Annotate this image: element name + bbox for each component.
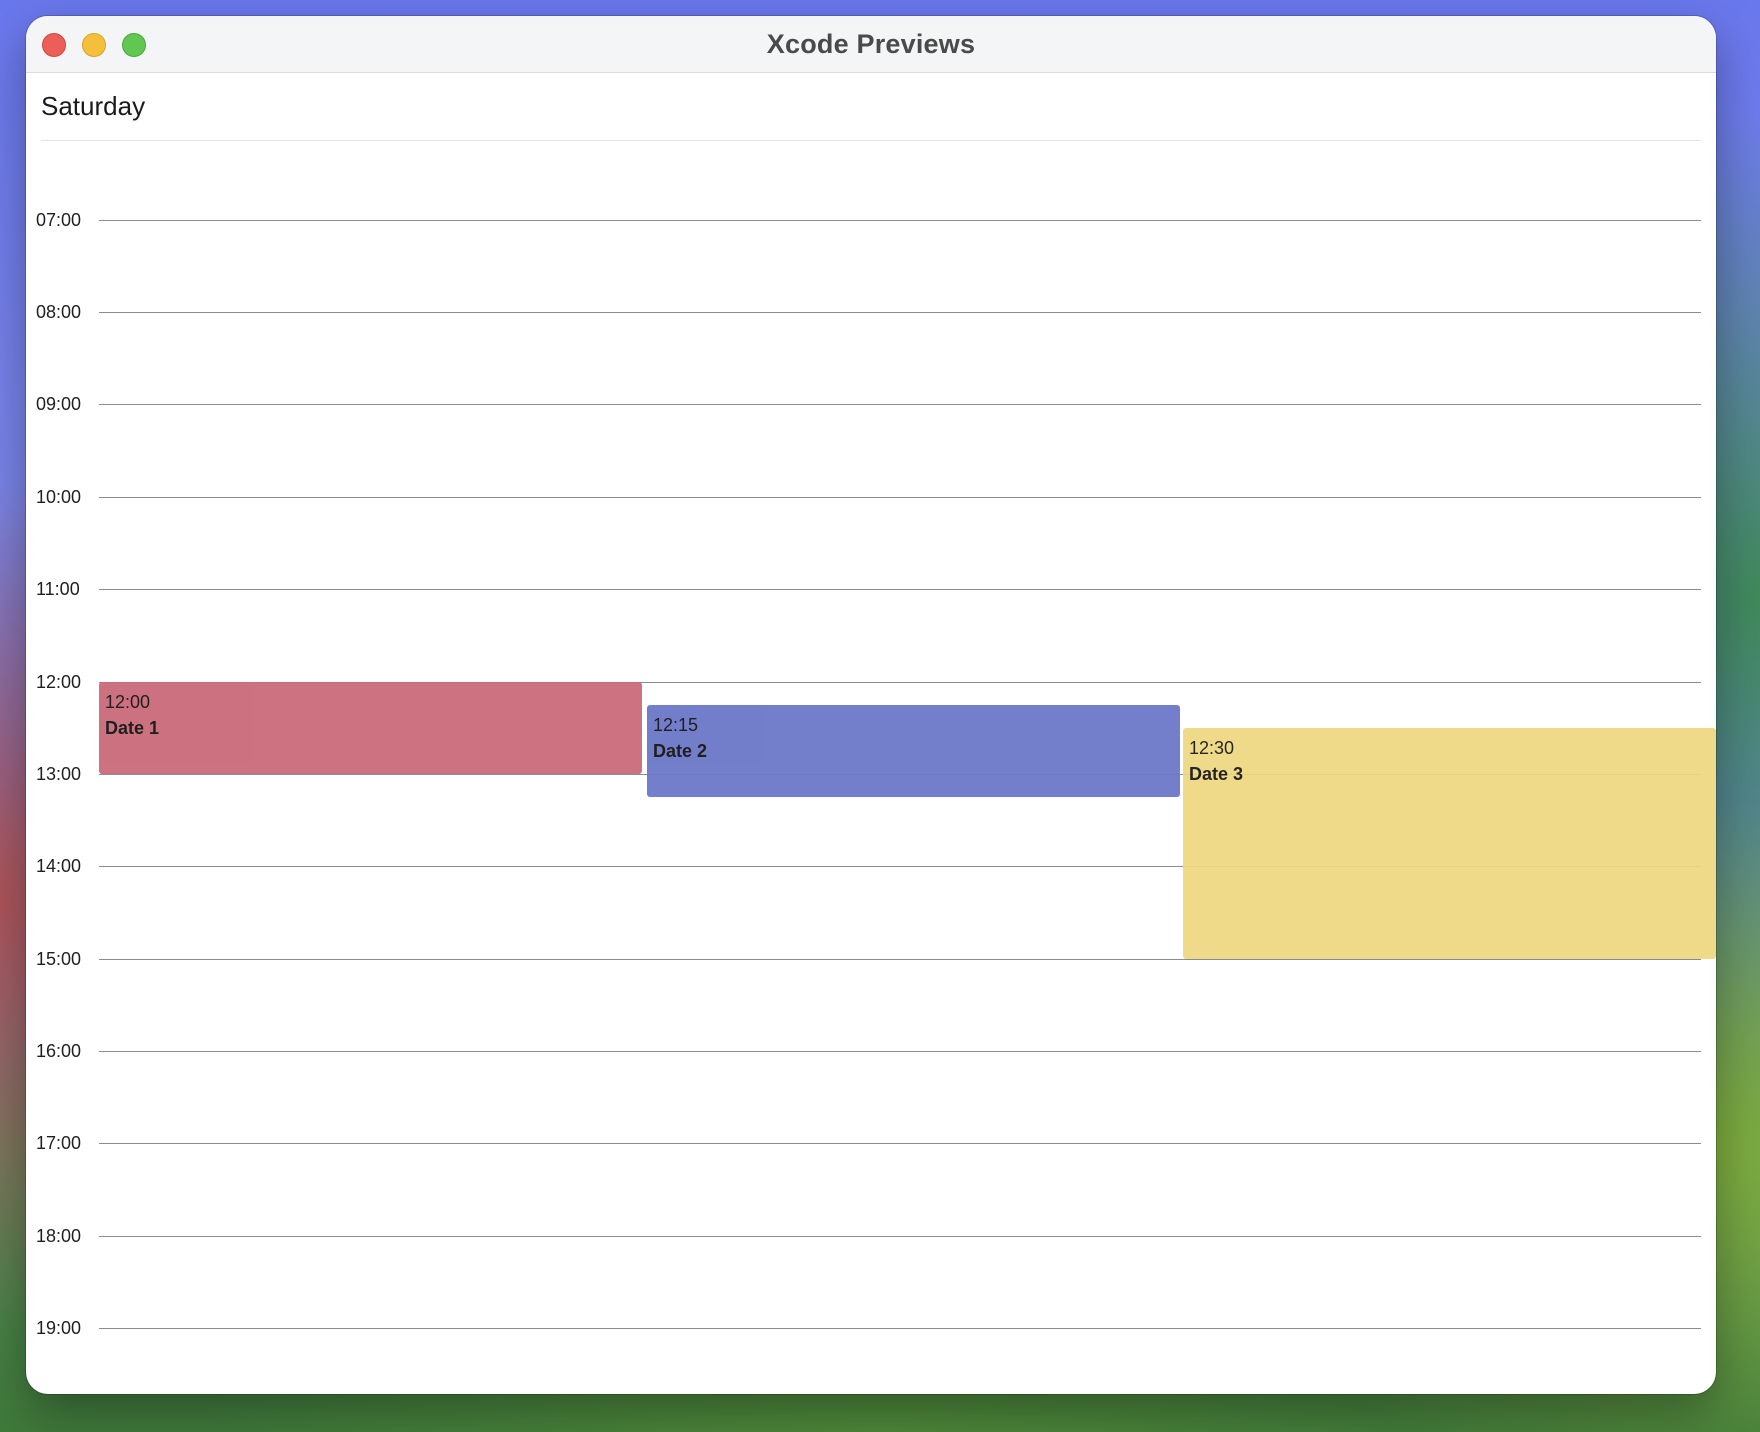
event-date-3[interactable]: 12:30 Date 3	[1183, 728, 1716, 959]
hour-label: 16:00	[36, 1041, 82, 1061]
hour-row: 09:00	[26, 392, 1701, 416]
hour-row: 18:00	[26, 1224, 1701, 1248]
hour-label: 08:00	[36, 302, 82, 322]
hour-label: 07:00	[36, 210, 82, 230]
hour-line	[99, 1051, 1701, 1052]
event-time: 12:30	[1189, 738, 1235, 758]
event-time: 12:00	[105, 692, 151, 712]
hour-row: 11:00	[26, 577, 1701, 601]
hour-label: 14:00	[36, 856, 82, 876]
event-date-2[interactable]: 12:15 Date 2	[647, 705, 1180, 797]
hour-row: 07:00	[26, 208, 1701, 232]
hour-label: 17:00	[36, 1133, 82, 1153]
hour-label: 19:00	[36, 1318, 82, 1338]
hour-line	[99, 404, 1701, 405]
hour-line	[99, 497, 1701, 498]
hour-line	[99, 220, 1701, 221]
hour-label: 18:00	[36, 1226, 82, 1246]
hour-line	[99, 589, 1701, 590]
hour-row: 17:00	[26, 1131, 1701, 1155]
event-date-1[interactable]: 12:00 Date 1	[99, 682, 642, 774]
hour-label: 10:00	[36, 487, 82, 507]
hour-label: 15:00	[36, 949, 82, 969]
hour-line	[99, 312, 1701, 313]
hour-label: 13:00	[36, 764, 82, 784]
hour-row: 16:00	[26, 1039, 1701, 1063]
hour-row: 08:00	[26, 300, 1701, 324]
hour-line	[99, 1143, 1701, 1144]
day-view: Saturday 07:00 08:00 09:00 10:00 11:00 1…	[26, 73, 1716, 1394]
event-title: Date 2	[653, 741, 708, 761]
hour-line	[99, 1236, 1701, 1237]
hour-label: 12:00	[36, 672, 82, 692]
hour-line	[99, 1328, 1701, 1329]
event-title: Date 1	[105, 718, 160, 738]
hour-label: 11:00	[36, 579, 80, 599]
window-title: Xcode Previews	[766, 29, 976, 59]
day-title: Saturday	[41, 91, 146, 121]
hour-row: 19:00	[26, 1316, 1701, 1340]
event-time: 12:15	[653, 715, 699, 735]
app-window: Xcode Previews Saturday 07:00 08:00 09:0…	[26, 16, 1716, 1394]
hour-row: 10:00	[26, 485, 1701, 509]
hour-label: 09:00	[36, 394, 82, 414]
event-title: Date 3	[1189, 764, 1244, 784]
title-bar: Xcode Previews	[26, 16, 1716, 73]
header-divider	[41, 140, 1701, 141]
hour-line	[99, 959, 1701, 960]
